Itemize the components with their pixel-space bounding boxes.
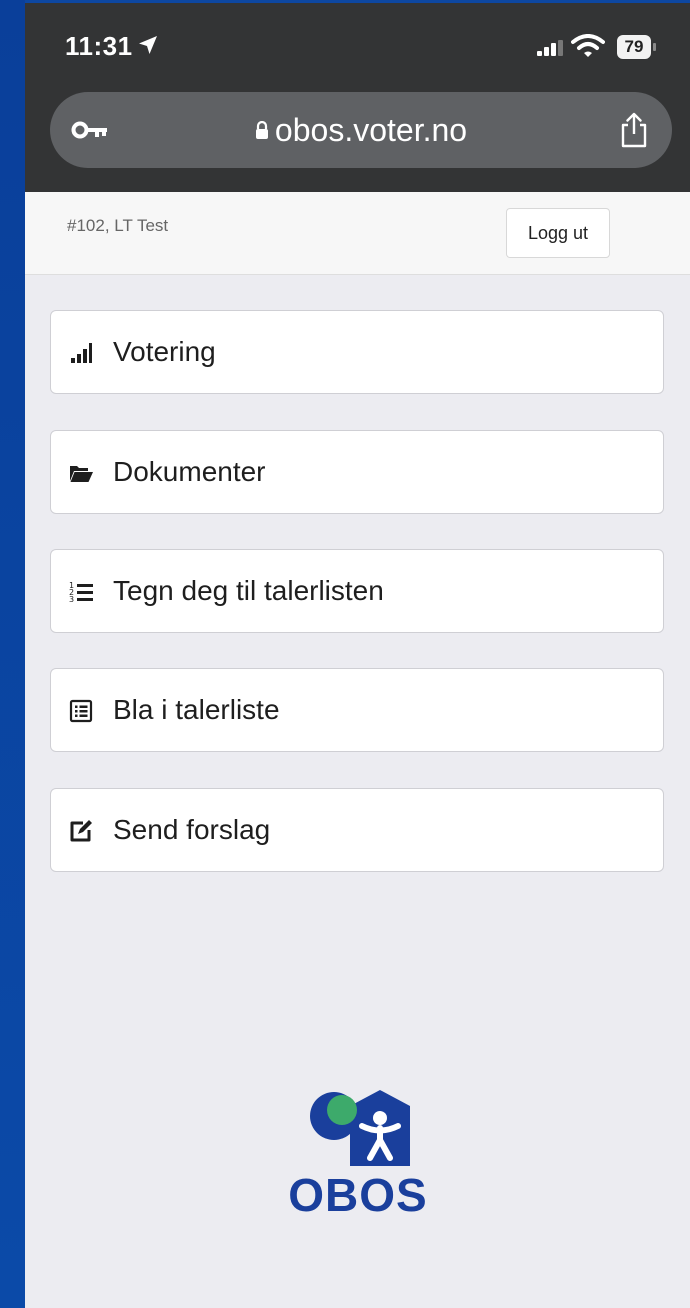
logout-button[interactable]: Logg ut bbox=[506, 208, 610, 258]
obos-logo-text: OBOS bbox=[288, 1169, 428, 1221]
obos-logo-mark bbox=[310, 1090, 410, 1166]
menu-item-bla-i-talerliste[interactable]: Bla i talerliste bbox=[50, 668, 664, 752]
user-header: #102, LT Test Logg ut bbox=[25, 192, 690, 275]
share-icon[interactable] bbox=[619, 112, 649, 148]
battery-icon: 79 bbox=[617, 35, 657, 59]
url-text: obos.voter.no bbox=[274, 112, 468, 148]
menu-item-votering[interactable]: Votering bbox=[50, 310, 664, 394]
edit-icon bbox=[70, 820, 92, 842]
left-background-band bbox=[0, 0, 25, 1308]
menu-item-send-forslag[interactable]: Send forslag bbox=[50, 788, 664, 872]
menu-label: Tegn deg til talerlisten bbox=[113, 575, 384, 606]
user-label: #102, LT Test bbox=[67, 216, 169, 235]
address-bar[interactable]: obos.voter.no bbox=[50, 92, 672, 168]
menu-label: Send forslag bbox=[113, 814, 271, 845]
obos-logo: OBOS bbox=[278, 1086, 438, 1222]
menu-item-dokumenter[interactable]: Dokumenter bbox=[50, 430, 664, 514]
signal-icon bbox=[537, 40, 563, 56]
svg-text:3: 3 bbox=[69, 595, 74, 604]
url-display[interactable]: obos.voter.no bbox=[50, 92, 672, 168]
phone-screen: 11:31 79 obos.voter.no #102, LT Test Log… bbox=[25, 0, 690, 1308]
menu-label: Bla i talerliste bbox=[113, 694, 280, 725]
browser-chrome: 11:31 79 obos.voter.no bbox=[25, 0, 690, 192]
bar-chart-icon bbox=[71, 343, 92, 363]
battery-level: 79 bbox=[617, 35, 651, 59]
list-alt-icon bbox=[69, 699, 93, 723]
status-time: 11:31 bbox=[65, 31, 133, 61]
folder-open-icon bbox=[70, 466, 93, 482]
wifi-icon bbox=[571, 34, 605, 57]
menu-label: Dokumenter bbox=[113, 456, 266, 487]
menu-label: Votering bbox=[113, 336, 216, 367]
numbered-list-icon: 1 2 3 bbox=[69, 581, 93, 604]
menu-item-tegn-deg[interactable]: 1 2 3 Tegn deg til talerlisten bbox=[50, 549, 664, 633]
top-strip bbox=[25, 0, 690, 3]
location-arrow-icon bbox=[139, 36, 157, 54]
lock-icon bbox=[255, 120, 268, 139]
